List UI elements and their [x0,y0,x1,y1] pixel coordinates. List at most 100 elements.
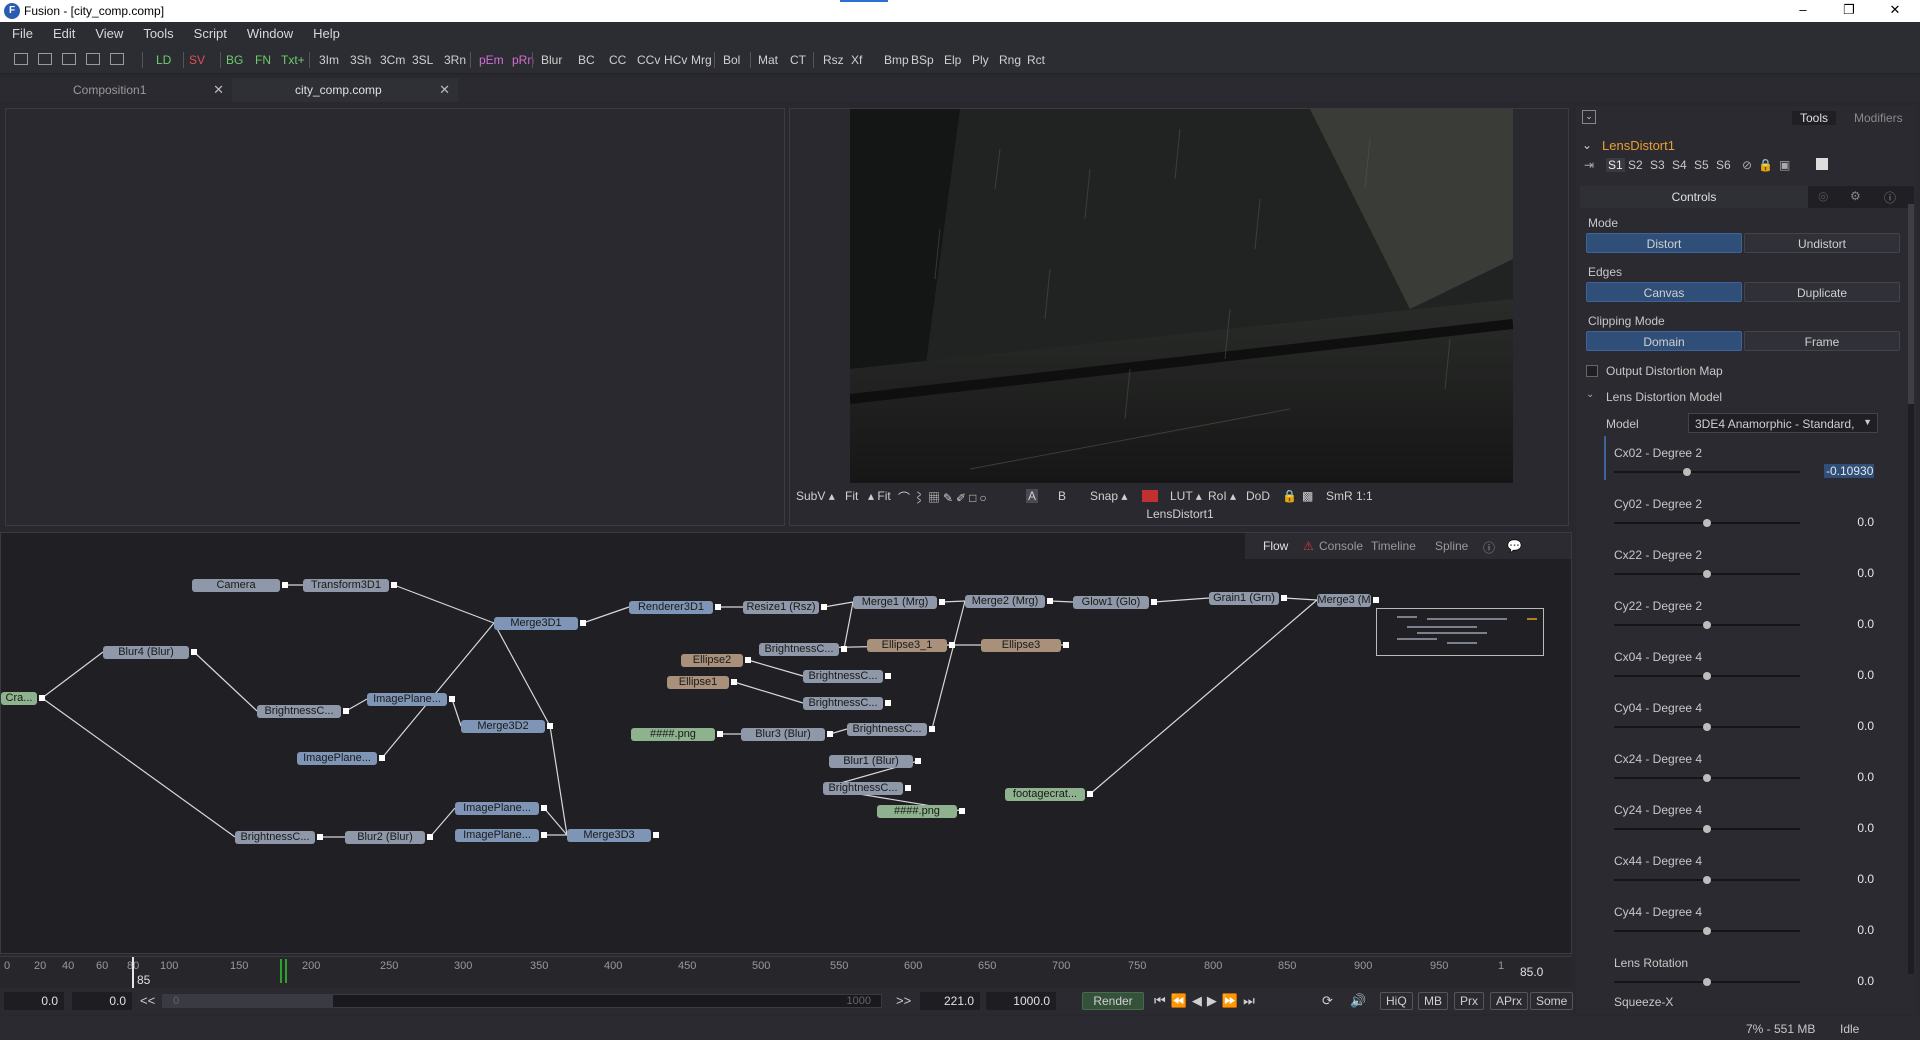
lut-button[interactable]: LUT ▴ [1170,489,1202,503]
tool-button-mat[interactable]: Mat [758,53,778,67]
tab-controls[interactable]: Controls [1580,186,1808,208]
flow-node[interactable]: Merge3 (M [1317,594,1371,607]
playback-controls[interactable]: ⏮⏪◀▶⏩⏭ [1154,993,1260,1009]
version-s5[interactable]: S5 [1694,158,1709,172]
hiq-toggle[interactable]: HiQ [1380,992,1413,1010]
slider-value-field[interactable]: 0.0 [1824,617,1874,631]
checker-icon[interactable]: ▩ [1302,489,1313,503]
node-output-port[interactable] [841,646,847,652]
minimize-button[interactable]: – [1780,0,1826,22]
node-output-port[interactable] [827,731,833,737]
expand-tool-icon[interactable]: ⌄ [1582,138,1592,152]
node-output-port[interactable] [1087,791,1093,797]
flow-node[interactable]: Merge1 (Mrg) [853,596,937,609]
range-forward-button[interactable]: >> [896,993,911,1008]
tool-button-prn[interactable]: pRn [512,53,534,67]
viewer-image[interactable] [850,109,1513,483]
node-output-port[interactable] [885,700,891,706]
range-back-button[interactable]: << [140,993,155,1008]
slider-knob[interactable] [1703,927,1711,935]
flow-node[interactable]: Merge3D1 [494,617,578,630]
flow-node[interactable]: Renderer3D1 [629,601,713,614]
flow-node[interactable]: ImagePlane... [367,693,447,706]
slider-knob[interactable] [1703,825,1711,833]
tool-button-sv[interactable]: SV [189,53,205,67]
node-output-port[interactable] [1151,599,1157,605]
slider-knob[interactable] [1703,570,1711,578]
proxy-toggle[interactable]: Prx [1454,992,1484,1010]
model-dropdown[interactable]: 3DE4 Anamorphic - Standard, ▼ [1688,413,1878,433]
flow-node[interactable]: BrightnessC... [257,705,341,718]
tool-button-3im[interactable]: 3Im [319,53,339,67]
tool-button-ply[interactable]: Ply [972,53,989,67]
menu-edit[interactable]: Edit [43,22,85,44]
layout-quad-icon[interactable] [86,53,100,65]
scrollbar-thumb[interactable] [1908,204,1914,404]
slider-knob[interactable] [1703,519,1711,527]
menu-tools[interactable]: Tools [133,22,183,44]
menu-view[interactable]: View [85,22,133,44]
loop-icon[interactable]: ⟳ [1322,993,1333,1009]
version-s1[interactable]: S1 [1606,158,1625,172]
version-s2[interactable]: S2 [1628,158,1643,172]
node-output-port[interactable] [541,832,547,838]
edges-canvas-button[interactable]: Canvas [1586,282,1742,302]
tool-button-cc[interactable]: CC [609,53,626,67]
node-output-port[interactable] [821,604,827,610]
flow-node[interactable]: Ellipse3_1 [867,639,947,652]
flow-editor[interactable]: Flow ⚠ Console Timeline Spline ⓘ 💬 Camer… [0,532,1572,954]
tool-button-3sh[interactable]: 3Sh [350,53,371,67]
collapse-icon[interactable]: ⌄ [1582,110,1596,124]
node-output-port[interactable] [885,673,891,679]
slider-value-field[interactable]: 0.0 [1824,872,1874,886]
node-output-port[interactable] [915,758,921,764]
node-output-port[interactable] [580,620,586,626]
node-output-port[interactable] [1047,598,1053,604]
flow-node[interactable]: Blur1 (Blur) [829,755,913,768]
menu-file[interactable]: File [0,22,43,44]
tab-city-comp[interactable]: city_comp.comp ✕ [232,78,458,102]
some-toggle[interactable]: Some [1530,992,1574,1010]
flow-node[interactable]: Ellipse1 [667,676,729,689]
node-output-port[interactable] [1373,597,1379,603]
expand-section-icon[interactable]: ⌄ [1586,389,1594,400]
settings-gear-icon[interactable]: ⚙ [1850,189,1861,203]
flow-node[interactable]: Merge3D3 [567,829,651,842]
output-distortion-map-checkbox[interactable] [1586,365,1598,377]
node-output-port[interactable] [949,642,955,648]
menu-window[interactable]: Window [237,22,303,44]
render-button[interactable]: Render [1082,992,1144,1010]
motion-blur-toggle[interactable]: MB [1418,992,1448,1010]
flow-node[interactable]: Ellipse2 [681,654,743,667]
color-channel-icon[interactable] [1142,490,1158,502]
flow-node[interactable]: ImagePlane... [297,752,377,765]
node-output-port[interactable] [282,582,288,588]
tool-button-mrg[interactable]: Mrg [691,53,712,67]
node-output-port[interactable] [731,679,737,685]
node-output-port[interactable] [959,808,965,814]
node-output-port[interactable] [715,604,721,610]
mode-undistort-button[interactable]: Undistort [1744,233,1900,253]
viewer-tool-icons[interactable]: ⌒⌇▦✎✐□○ [898,489,1008,506]
node-output-port[interactable] [317,834,323,840]
flow-node[interactable]: Ellipse3 [981,639,1061,652]
range-slider-handle[interactable] [163,995,333,1007]
tool-button-elp[interactable]: Elp [944,53,961,67]
node-output-port[interactable] [745,657,751,663]
flow-node[interactable]: Camera [192,579,280,592]
node-output-port[interactable] [905,785,911,791]
flow-node[interactable]: Blur3 (Blur) [741,728,825,741]
subview-button[interactable]: SubV ▴ [796,489,835,503]
node-output-port[interactable] [939,599,945,605]
slider-value-field[interactable]: 0.0 [1824,821,1874,835]
tool-option-icons[interactable]: ⊘🔒▣ [1742,158,1796,172]
slider-value-field[interactable]: 0.0 [1824,923,1874,937]
node-output-port[interactable] [343,708,349,714]
tool-button-xf[interactable]: Xf [851,53,862,67]
audio-icon[interactable]: 🔊 [1350,993,1366,1009]
tool-button-hcv[interactable]: HCv [664,53,687,67]
slider-knob[interactable] [1703,876,1711,884]
tool-button-bg[interactable]: BG [226,53,243,67]
flow-navigator[interactable] [1376,608,1544,656]
tool-button-ct[interactable]: CT [790,53,806,67]
